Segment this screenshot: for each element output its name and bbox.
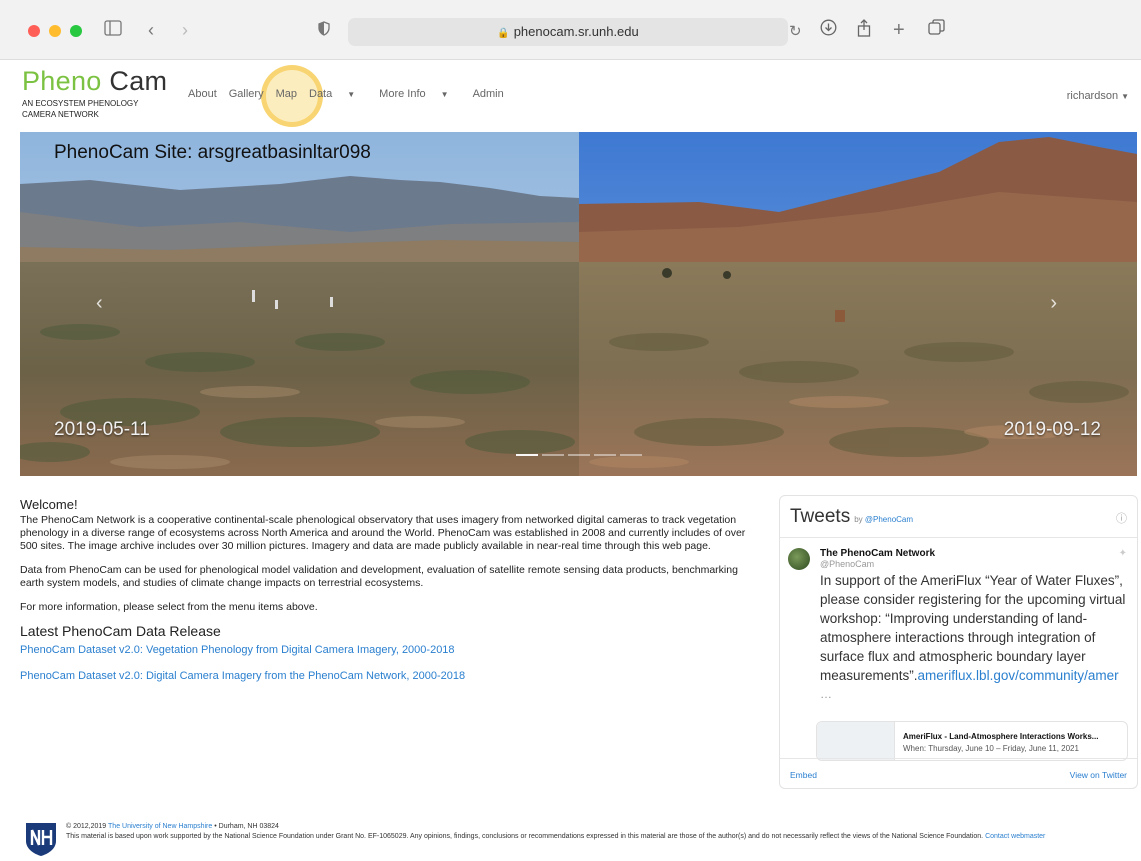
plus-icon[interactable]: + [893,19,905,41]
nav-gallery[interactable]: Gallery [229,88,264,100]
carousel-site-title: PhenoCam Site: arsgreatbasinltar098 [54,142,371,163]
unh-shield-icon[interactable] [24,821,58,856]
unh-link[interactable]: The University of New Hampshire [108,823,212,830]
url-text: phenocam.sr.unh.edu [513,24,639,39]
tweet-text: In support of the AmeriFlux “Year of Wat… [820,571,1127,685]
page-footer: © 2012,2019 The University of New Hampsh… [0,816,1141,861]
user-name: richardson [1066,90,1119,102]
info-icon[interactable]: ⓘ [1116,510,1127,526]
nav-data-label: Data [309,88,333,100]
nav-data-dropdown[interactable]: Data ▼ [309,88,367,100]
twitter-timeline-widget: Tweets by @PhenoCam ⓘ ✦ The PhenoCam Netw… [779,495,1138,789]
welcome-data-uses: Data from PhenoCam can be used for pheno… [20,564,738,589]
caret-down-icon: ▼ [440,90,449,99]
carousel-indicator-1[interactable] [516,454,538,456]
user-menu[interactable]: richardson ▼ [1067,90,1129,102]
carousel-indicator-3[interactable] [568,454,590,456]
carousel-next-icon[interactable]: › [1050,292,1057,315]
logo-pheno: Pheno [22,66,102,96]
tweets-footer: Embed View on Twitter [780,758,1137,788]
link-card-subtitle: When: Thursday, June 10 – Friday, June 1… [903,744,1079,753]
tweet-link[interactable]: ameriflux.lbl.gov/community/amer [918,668,1119,683]
lock-icon: 🔒 [497,28,510,39]
data-release-heading: Latest PhenoCam Data Release [20,623,221,639]
tweets-handle-link[interactable]: @PhenoCam [865,515,913,524]
shield-icon[interactable] [318,19,330,41]
twitter-bird-icon: ✦ [1118,548,1127,559]
carousel-indicator-5[interactable] [620,454,642,456]
nav-more-info-dropdown[interactable]: More Info ▼ [379,88,460,100]
nav-more-info-label: More Info [379,88,426,100]
share-icon[interactable] [857,19,871,42]
logo-cam: Cam [109,66,168,96]
site-image-carousel[interactable]: PhenoCam Site: arsgreatbasinltar098 2019… [20,132,1137,476]
phenocam-logo[interactable]: Pheno Cam AN ECOSYSTEM PHENOLOGY CAMERA … [22,66,172,120]
contact-webmaster-link[interactable]: Contact webmaster [985,833,1045,840]
caret-down-icon: ▼ [347,90,356,99]
welcome-more-info: For more information, please select from… [20,601,318,613]
link-card-title: AmeriFlux - Land-Atmosphere Interactions… [903,732,1099,741]
window-controls [28,25,82,37]
carousel-indicators [516,454,642,456]
chevron-right-icon[interactable]: › [182,19,188,41]
tweet-body: In support of the AmeriFlux “Year of Wat… [820,573,1126,683]
nsf-support-statement: This material is based upon work support… [66,833,984,840]
carousel-prev-icon[interactable]: ‹ [96,292,103,315]
tweet-link-card[interactable]: AmeriFlux - Land-Atmosphere Interactions… [816,721,1128,761]
carousel-date-right: 2019-09-12 [1003,419,1101,440]
caret-down-icon: ▼ [1121,92,1129,101]
welcome-section: Welcome! The PhenoCam Network is a coope… [20,498,760,696]
footer-text: © 2012,2019 The University of New Hampsh… [66,822,1141,842]
download-icon[interactable] [820,19,837,43]
tweet-author-handle[interactable]: @PhenoCam [820,559,1127,569]
browser-toolbar: ‹ › 🔒 phenocam.sr.unh.edu ↻ + [0,0,1141,60]
carousel-indicator-2[interactable] [542,454,564,456]
welcome-intro: The PhenoCam Network is a cooperative co… [20,514,746,552]
chevron-left-icon[interactable]: ‹ [148,19,154,41]
tabs-overview-icon[interactable] [928,19,945,41]
zoom-window-button[interactable] [70,25,82,37]
dataset-imagery-link[interactable]: PhenoCam Dataset v2.0: Digital Camera Im… [20,670,760,683]
minimize-window-button[interactable] [49,25,61,37]
carousel-indicator-4[interactable] [594,454,616,456]
view-on-twitter-link[interactable]: View on Twitter [1070,770,1127,780]
tweet-item[interactable]: ✦ The PhenoCam Network @PhenoCam In supp… [780,538,1137,761]
sidebar-icon[interactable] [104,19,122,41]
tweets-by: by [854,515,863,524]
main-nav: About Gallery Map Data ▼ More Info ▼ Admin [188,88,516,100]
footer-location: • Durham, NH 03824 [214,823,279,830]
embed-link[interactable]: Embed [790,770,817,780]
carousel-date-left: 2019-05-11 [54,419,150,440]
tweets-title: Tweets [790,506,851,527]
tweet-author-name[interactable]: The PhenoCam Network [820,548,1127,559]
close-window-button[interactable] [28,25,40,37]
reload-icon[interactable]: ↻ [789,22,802,40]
link-card-thumbnail [817,722,895,760]
dataset-phenology-link[interactable]: PhenoCam Dataset v2.0: Vegetation Phenol… [20,644,760,657]
welcome-heading: Welcome! [20,497,78,512]
nav-admin[interactable]: Admin [473,88,504,100]
nav-about[interactable]: About [188,88,217,100]
address-bar[interactable]: 🔒 phenocam.sr.unh.edu [348,18,788,46]
copyright: © 2012,2019 [66,823,107,830]
tweets-header: Tweets by @PhenoCam ⓘ [780,496,1137,538]
tweet-ellipsis: … [820,687,832,701]
avatar[interactable] [788,548,810,570]
logo-subtitle: AN ECOSYSTEM PHENOLOGY CAMERA NETWORK [22,99,139,119]
nav-map[interactable]: Map [276,88,297,100]
